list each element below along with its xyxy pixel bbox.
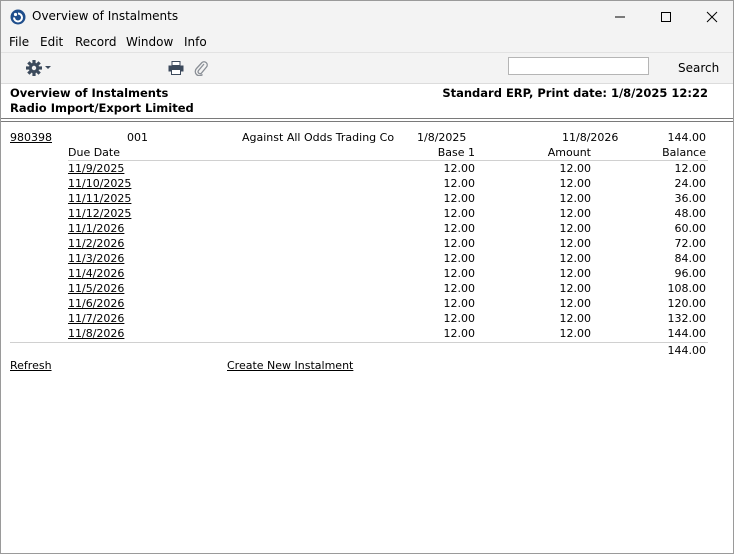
close-icon — [706, 11, 718, 22]
instalment-amount: 12.00 — [559, 267, 592, 280]
minimize-icon — [615, 16, 625, 17]
menu-record[interactable]: Record — [75, 35, 116, 49]
instalment-amount: 12.00 — [559, 162, 592, 175]
instalment-due-date-link[interactable]: 11/2/2026 — [68, 237, 124, 250]
window: Overview of Instalments File Edit Record… — [0, 0, 734, 554]
maximize-button[interactable] — [643, 1, 689, 32]
gear-icon — [26, 60, 51, 76]
report-header: Overview of Instalments Radio Import/Exp… — [1, 83, 733, 117]
instalment-due-date-link[interactable]: 11/4/2026 — [68, 267, 124, 280]
company-name: Radio Import/Export Limited — [10, 101, 194, 115]
instalment-amount: 12.00 — [559, 237, 592, 250]
instalment-amount: 12.00 — [559, 177, 592, 190]
customer-name: Against All Odds Trading Co — [242, 131, 395, 144]
menu-edit[interactable]: Edit — [40, 35, 63, 49]
instalment-balance: 144.00 — [667, 327, 707, 340]
instalment-balance: 96.00 — [674, 267, 707, 280]
window-title: Overview of Instalments — [32, 9, 179, 23]
instalment-amount: 12.00 — [559, 312, 592, 325]
instalment-due-date-link[interactable]: 11/9/2025 — [68, 162, 124, 175]
column-due-date: Due Date — [68, 146, 120, 159]
grand-total: 144.00 — [667, 344, 707, 357]
invoice-due-date: 11/8/2026 — [562, 131, 619, 144]
instalment-due-date-link[interactable]: 11/10/2025 — [68, 177, 131, 190]
app-logo-icon — [10, 9, 26, 25]
instalment-balance: 60.00 — [674, 222, 707, 235]
instalment-amount: 12.00 — [559, 282, 592, 295]
instalment-base: 12.00 — [443, 312, 476, 325]
title-bar: Overview of Instalments — [1, 1, 733, 32]
menu-bar: File Edit Record Window Info — [1, 32, 733, 52]
invoice-date: 1/8/2025 — [417, 131, 467, 144]
search-input[interactable] — [508, 57, 649, 75]
create-new-instalment-link[interactable]: Create New Instalment — [227, 359, 353, 372]
instalment-due-date-link[interactable]: 11/5/2026 — [68, 282, 124, 295]
instalment-base: 12.00 — [443, 192, 476, 205]
search-button[interactable]: Search — [678, 61, 719, 75]
instalment-balance: 72.00 — [674, 237, 707, 250]
invoice-number-link[interactable]: 980398 — [10, 131, 52, 144]
toolbar: Search — [1, 52, 733, 83]
instalment-base: 12.00 — [443, 177, 476, 190]
instalment-amount: 12.00 — [559, 297, 592, 310]
paperclip-icon[interactable] — [194, 60, 208, 76]
header-divider — [1, 118, 733, 122]
instalment-balance: 36.00 — [674, 192, 707, 205]
instalment-amount: 12.00 — [559, 192, 592, 205]
printer-icon[interactable] — [168, 61, 184, 75]
column-header-rule — [68, 160, 708, 161]
instalment-balance: 108.00 — [667, 282, 707, 295]
instalment-amount: 12.00 — [559, 207, 592, 220]
report-title: Overview of Instalments — [10, 86, 169, 100]
close-button[interactable] — [689, 1, 734, 32]
instalment-due-date-link[interactable]: 11/6/2026 — [68, 297, 124, 310]
instalment-balance: 120.00 — [667, 297, 707, 310]
instalment-due-date-link[interactable]: 11/11/2025 — [68, 192, 131, 205]
instalment-due-date-link[interactable]: 11/3/2026 — [68, 252, 124, 265]
instalment-base: 12.00 — [443, 207, 476, 220]
instalment-base: 12.00 — [443, 222, 476, 235]
instalment-balance: 132.00 — [667, 312, 707, 325]
invoice-total: 144.00 — [667, 131, 707, 144]
instalment-base: 12.00 — [443, 237, 476, 250]
minimize-button[interactable] — [597, 1, 643, 32]
instalment-due-date-link[interactable]: 11/8/2026 — [68, 327, 124, 340]
instalment-base: 12.00 — [443, 252, 476, 265]
instalment-base: 12.00 — [443, 327, 476, 340]
refresh-link[interactable]: Refresh — [10, 359, 52, 372]
instalment-balance: 84.00 — [674, 252, 707, 265]
settings-menu-button[interactable] — [25, 59, 55, 77]
instalment-base: 12.00 — [443, 162, 476, 175]
instalment-base: 12.00 — [443, 282, 476, 295]
menu-window[interactable]: Window — [126, 35, 173, 49]
instalment-base: 12.00 — [443, 267, 476, 280]
instalment-due-date-link[interactable]: 11/1/2026 — [68, 222, 124, 235]
instalment-due-date-link[interactable]: 11/7/2026 — [68, 312, 124, 325]
column-balance: Balance — [662, 146, 706, 159]
print-info: Standard ERP, Print date: 1/8/2025 12:22 — [442, 86, 708, 100]
column-base: Base 1 — [437, 146, 475, 159]
total-rule — [10, 342, 708, 343]
instalment-balance: 24.00 — [674, 177, 707, 190]
instalment-amount: 12.00 — [559, 252, 592, 265]
instalment-base: 12.00 — [443, 297, 476, 310]
maximize-icon — [661, 11, 671, 22]
instalment-amount: 12.00 — [559, 222, 592, 235]
invoice-code: 001 — [127, 131, 148, 144]
menu-file[interactable]: File — [9, 35, 29, 49]
instalment-amount: 12.00 — [559, 327, 592, 340]
instalment-due-date-link[interactable]: 11/12/2025 — [68, 207, 131, 220]
instalment-balance: 12.00 — [674, 162, 707, 175]
menu-info[interactable]: Info — [184, 35, 207, 49]
column-amount: Amount — [547, 146, 591, 159]
instalment-balance: 48.00 — [674, 207, 707, 220]
